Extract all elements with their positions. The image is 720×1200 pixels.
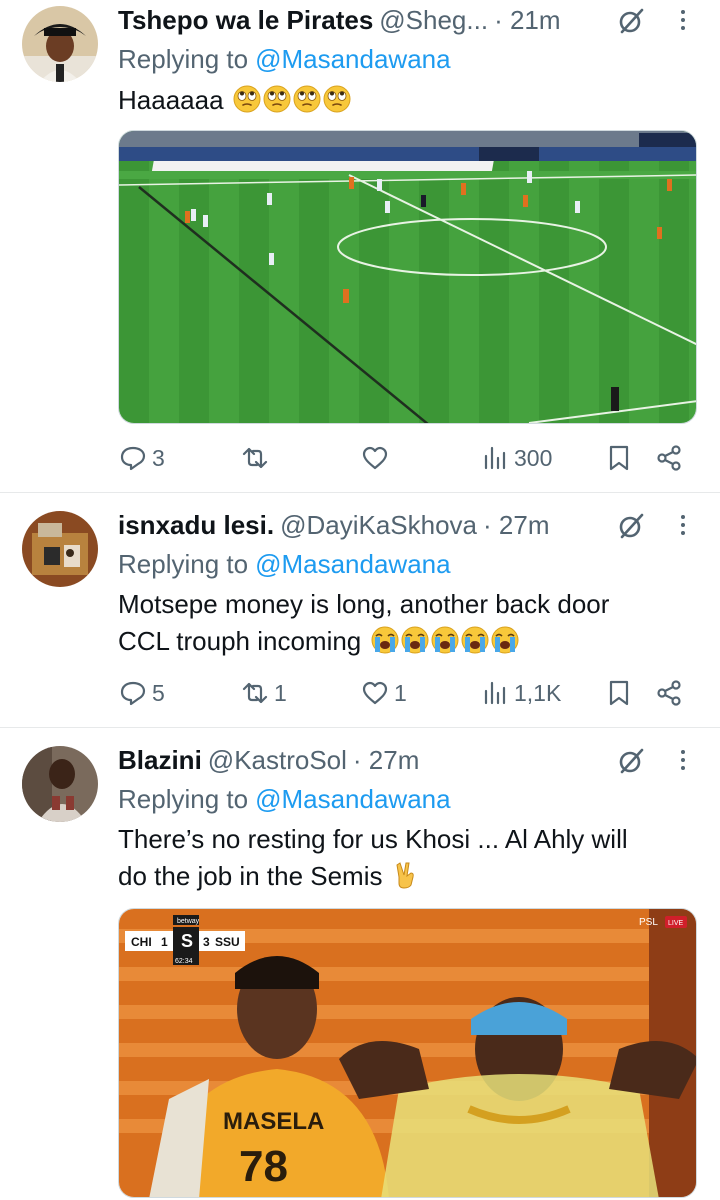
replying-to: Replying to @Masandawana [118,40,698,78]
face-with-rolling-eyes-icon [323,85,351,113]
more-options-icon[interactable] [668,4,698,36]
share-icon [657,680,681,706]
user-handle[interactable]: @DayiKaSkhova [280,510,477,541]
views-chart-icon [484,446,506,470]
share-button[interactable] [654,438,684,478]
replying-to-label: Replying to [118,43,249,74]
tweet-text-line: do the job in the Semis [118,858,698,895]
tweet-text: Haaaaaa [118,82,698,119]
repost-icon [242,682,268,704]
display-name[interactable]: Tshepo wa le Pirates [118,5,373,36]
tweet-text: There’s no resting for us Khosi ... Al A… [118,821,698,895]
tweet-text: Motsepe money is long, another back door… [118,586,698,660]
face-with-rolling-eyes-icon [293,85,321,113]
shirt-name: MASELA [223,1108,324,1135]
tweet-text-content: Haaaaaa [118,85,224,115]
live-badge: LIVE [668,920,684,927]
tweet-text-content: do the job in the Semis [118,861,383,891]
replying-to: Replying to @Masandawana [118,780,698,818]
soccer-match-broadcast-image[interactable] [118,130,697,424]
replying-to: Replying to @Masandawana [118,545,698,583]
replying-to-label: Replying to [118,548,249,579]
avatar[interactable] [22,6,98,82]
scoreboard-home-score: 1 [161,935,168,949]
bookmark-icon [609,445,629,471]
loudly-crying-face-icon [461,626,489,654]
reply-button[interactable]: 3 [118,438,165,478]
scoreboard-away-team: SSU [215,935,240,949]
face-with-rolling-eyes-icon [263,85,291,113]
loudly-crying-face-icon [369,626,519,656]
grok-icon[interactable] [616,6,646,36]
stadium-fans-image[interactable]: betway CHI 1 S 3 SSU 62:34 PSL LIVE MASE… [118,908,697,1198]
reply-button[interactable]: 5 [118,673,165,713]
tweet-3[interactable]: Blazini @KastroSol · 27m Replying to @Ma… [0,728,720,1200]
reply-icon [120,681,146,706]
scoreboard-clock: 62:34 [175,958,193,965]
share-button[interactable] [654,673,684,713]
avatar[interactable] [22,746,98,822]
views-button[interactable]: 1,1K [480,673,561,713]
loudly-crying-face-icon [401,626,429,654]
scoreboard-away-score: 3 [203,935,210,949]
replying-to-label: Replying to [118,783,249,814]
loudly-crying-face-icon [491,626,519,654]
display-name[interactable]: Blazini [118,745,202,776]
scoreboard-home-team: CHI [131,935,152,949]
svg-text:S: S [181,931,193,951]
heart-icon [362,681,388,705]
replying-to-handle[interactable]: @Masandawana [255,44,451,75]
face-with-rolling-eyes-icon [231,85,351,115]
tweet-1[interactable]: Tshepo wa le Pirates @Sheg... · 21m Repl… [0,0,720,492]
timestamp[interactable]: · 27m [353,745,419,776]
avatar[interactable] [22,511,98,587]
views-count: 300 [514,444,553,471]
more-options-icon[interactable] [668,509,698,541]
replying-to-handle[interactable]: @Masandawana [255,784,451,815]
bookmark-button[interactable] [604,438,634,478]
user-handle[interactable]: @KastroSol [208,745,347,776]
repost-button[interactable] [240,438,274,478]
views-count: 1,1K [514,679,562,706]
like-button[interactable] [360,438,394,478]
views-button[interactable]: 300 [480,438,552,478]
scoreboard-sponsor: betway [177,918,200,925]
loudly-crying-face-icon [371,626,399,654]
tweet-text-line: There’s no resting for us Khosi ... Al A… [118,824,628,854]
user-handle[interactable]: @Sheg... [379,5,488,36]
bookmark-icon [609,680,629,706]
share-icon [657,445,681,471]
tweet-text-content: CCL trouph incoming [118,626,362,656]
reply-icon [120,446,146,471]
heart-icon [362,446,388,470]
loudly-crying-face-icon [431,626,459,654]
more-options-icon[interactable] [668,744,698,776]
views-chart-icon [484,681,506,705]
like-count: 1 [394,679,407,706]
victory-hand-icon [396,862,414,889]
bookmark-button[interactable] [604,673,634,713]
display-name[interactable]: isnxadu lesi. [118,510,274,541]
reply-count: 3 [152,444,165,471]
grok-icon[interactable] [616,746,646,776]
shirt-number: 78 [239,1142,288,1191]
tweet-2[interactable]: isnxadu lesi. @DayiKaSkhova · 27m Replyi… [0,493,720,727]
timestamp[interactable]: · 27m [483,510,549,541]
tweet-text-line: CCL trouph incoming [118,623,698,660]
grok-icon[interactable] [616,511,646,541]
like-button[interactable]: 1 [360,673,407,713]
repost-icon [242,447,268,469]
channel-label: PSL [639,917,658,928]
reply-count: 5 [152,679,165,706]
repost-count: 1 [274,679,287,706]
replying-to-handle[interactable]: @Masandawana [255,549,451,580]
timestamp[interactable]: · 21m [494,5,560,36]
tweet-text-line: Motsepe money is long, another back door [118,589,610,619]
face-with-rolling-eyes-icon [233,85,261,113]
repost-button[interactable]: 1 [240,673,287,713]
